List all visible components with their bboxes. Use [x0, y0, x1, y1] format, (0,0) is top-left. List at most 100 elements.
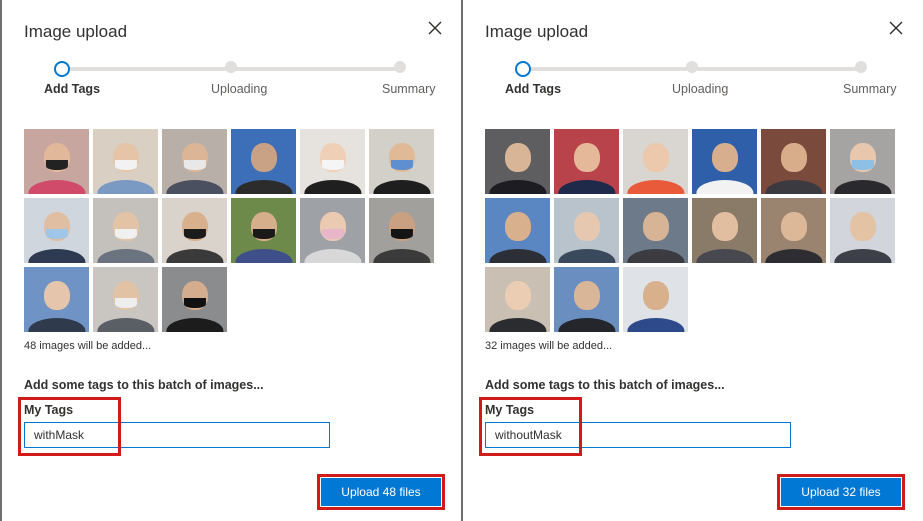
photo-person-body — [165, 248, 224, 263]
photo-person-head — [573, 281, 600, 310]
photo-person-head — [250, 143, 277, 172]
image-thumbnail[interactable] — [623, 129, 688, 194]
photo-person-head — [642, 212, 669, 241]
photo-face-mask — [45, 228, 68, 239]
image-thumbnail-grid — [485, 129, 899, 332]
image-thumbnail[interactable] — [692, 198, 757, 263]
photo-person-head — [642, 281, 669, 310]
image-thumbnail[interactable] — [554, 129, 619, 194]
photo-person-body — [27, 179, 86, 194]
image-thumbnail[interactable] — [623, 267, 688, 332]
photo-person-head — [780, 212, 807, 241]
image-thumbnail[interactable] — [300, 129, 365, 194]
photo-person-body — [833, 179, 892, 194]
image-thumbnail[interactable] — [485, 198, 550, 263]
photo-person-body — [303, 248, 362, 263]
photo-face-mask — [114, 297, 137, 308]
photo-person-body — [488, 179, 547, 194]
image-thumbnail[interactable] — [485, 267, 550, 332]
image-thumbnail[interactable] — [369, 198, 434, 263]
image-thumbnail[interactable] — [162, 129, 227, 194]
image-thumbnail[interactable] — [692, 129, 757, 194]
photo-face-mask — [321, 228, 344, 239]
photo-person-body — [165, 179, 224, 194]
image-upload-dialog-right: Image upload Add Tags Uploading Summary … — [461, 0, 921, 521]
photo-person-body — [557, 179, 616, 194]
photo-person-body — [96, 248, 155, 263]
photo-person-head — [711, 143, 738, 172]
photo-face-mask — [45, 159, 68, 170]
photo-person-body — [695, 179, 754, 194]
photo-person-head — [849, 212, 876, 241]
step-dot-add-tags — [515, 61, 531, 77]
photo-person-body — [764, 248, 823, 263]
photo-person-body — [234, 179, 293, 194]
image-thumbnail[interactable] — [554, 198, 619, 263]
image-count-text: 32 images will be added... — [485, 340, 613, 352]
highlight-box-tags — [479, 397, 582, 456]
step-dot-uploading — [686, 61, 698, 73]
image-thumbnail[interactable] — [485, 129, 550, 194]
photo-person-body — [372, 179, 431, 194]
step-dot-summary — [855, 61, 867, 73]
image-thumbnail[interactable] — [93, 267, 158, 332]
photo-person-head — [573, 143, 600, 172]
image-thumbnail[interactable] — [231, 129, 296, 194]
step-label-summary: Summary — [843, 82, 897, 96]
photo-person-body — [27, 317, 86, 332]
image-thumbnail[interactable] — [231, 198, 296, 263]
image-thumbnail[interactable] — [93, 129, 158, 194]
tags-heading: Add some tags to this batch of images... — [485, 378, 725, 392]
image-thumbnail[interactable] — [24, 198, 89, 263]
photo-person-body — [303, 179, 362, 194]
image-thumbnail[interactable] — [761, 198, 826, 263]
photo-face-mask — [114, 159, 137, 170]
dialog-title: Image upload — [485, 22, 589, 41]
photo-person-body — [764, 179, 823, 194]
step-dot-summary — [394, 61, 406, 73]
highlight-box-tags — [18, 397, 121, 456]
photo-person-head — [43, 281, 70, 310]
step-dot-uploading — [225, 61, 237, 73]
image-upload-dialog-left: Image upload Add Tags Uploading Summary … — [0, 0, 460, 521]
image-count-text: 48 images will be added... — [24, 340, 152, 352]
close-icon[interactable] — [887, 19, 905, 37]
highlight-box-upload — [317, 474, 445, 510]
image-thumbnail[interactable] — [93, 198, 158, 263]
photo-person-head — [504, 143, 531, 172]
step-dot-add-tags — [54, 61, 70, 77]
image-thumbnail[interactable] — [162, 267, 227, 332]
photo-person-head — [504, 212, 531, 241]
photo-person-body — [557, 248, 616, 263]
image-thumbnail[interactable] — [830, 129, 895, 194]
photo-face-mask — [390, 228, 413, 239]
photo-person-head — [711, 212, 738, 241]
image-thumbnail[interactable] — [300, 198, 365, 263]
image-thumbnail[interactable] — [761, 129, 826, 194]
photo-face-mask — [114, 228, 137, 239]
photo-person-head — [642, 143, 669, 172]
image-thumbnail[interactable] — [554, 267, 619, 332]
photo-person-body — [27, 248, 86, 263]
step-label-uploading: Uploading — [672, 82, 729, 96]
image-thumbnail[interactable] — [162, 198, 227, 263]
photo-person-body — [695, 248, 754, 263]
step-label-add-tags: Add Tags — [44, 82, 101, 96]
photo-face-mask — [183, 297, 206, 308]
photo-person-head — [573, 212, 600, 241]
image-thumbnail[interactable] — [24, 267, 89, 332]
photo-person-body — [488, 317, 547, 332]
photo-person-head — [504, 281, 531, 310]
photo-person-body — [165, 317, 224, 332]
image-thumbnail[interactable] — [830, 198, 895, 263]
photo-person-body — [488, 248, 547, 263]
photo-person-body — [626, 179, 685, 194]
photo-person-body — [96, 179, 155, 194]
image-thumbnail[interactable] — [623, 198, 688, 263]
close-icon[interactable] — [426, 19, 444, 37]
image-thumbnail[interactable] — [24, 129, 89, 194]
dialog-title: Image upload — [24, 22, 128, 41]
image-thumbnail[interactable] — [369, 129, 434, 194]
photo-face-mask — [321, 159, 344, 170]
image-thumbnail-grid — [24, 129, 438, 332]
